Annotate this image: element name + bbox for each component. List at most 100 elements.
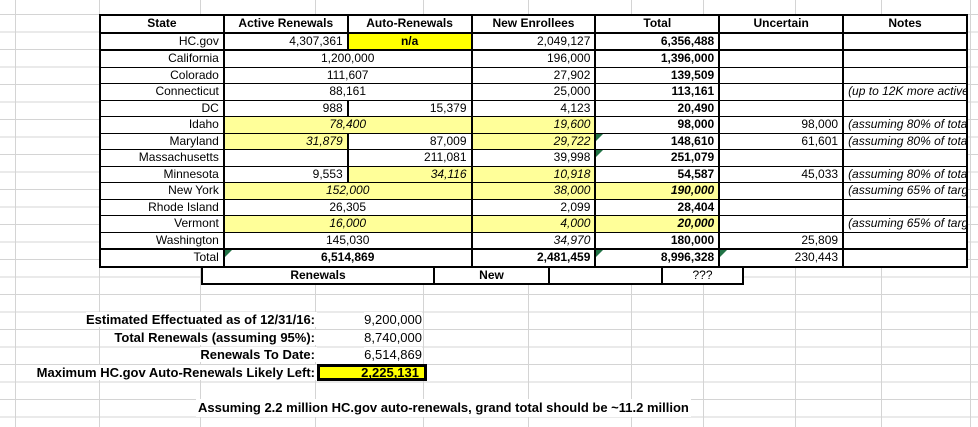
cell-notes[interactable]: (assuming 80% of total are renewals): [843, 133, 967, 150]
cell-new-enrollees[interactable]: 25,000: [472, 84, 596, 101]
cell-state[interactable]: Maryland: [100, 133, 224, 150]
cell-new-enrollees[interactable]: 196,000: [472, 50, 596, 67]
cell-active-renewals[interactable]: 988: [224, 100, 348, 117]
cell-new-enrollees[interactable]: 29,722: [472, 133, 596, 150]
cell-total[interactable]: 28,404: [595, 199, 719, 216]
cell-state[interactable]: Connecticut: [100, 84, 224, 101]
cell-new-enrollees[interactable]: 2,049,127: [472, 33, 596, 51]
summary-value[interactable]: 8,740,000: [317, 329, 427, 347]
cell-active-renewals[interactable]: [224, 150, 348, 167]
cell-notes[interactable]: [843, 67, 967, 84]
cell-notes[interactable]: (assuming 80% of total are renewals): [843, 117, 967, 134]
column-header-notes[interactable]: Notes: [843, 15, 967, 33]
cell-new-enrollees[interactable]: 19,600: [472, 117, 596, 134]
cell-new-enrollees[interactable]: 2,481,459: [472, 249, 596, 267]
footnote-cell[interactable]: Assuming 2.2 million HC.gov auto-renewal…: [196, 399, 691, 417]
cell-notes[interactable]: [843, 100, 967, 117]
cell-uncertain[interactable]: [719, 50, 843, 67]
cell-total[interactable]: 113,161: [595, 84, 719, 101]
cell-state[interactable]: Massachusetts: [100, 150, 224, 167]
cell-notes[interactable]: (up to 12K more active renewals to come): [843, 84, 967, 101]
cell-uncertain[interactable]: [719, 216, 843, 233]
cell-total[interactable]: 98,000: [595, 117, 719, 134]
cell-uncertain[interactable]: [719, 84, 843, 101]
cell-state[interactable]: Washington: [100, 232, 224, 249]
cell-state[interactable]: Total: [100, 249, 224, 267]
cell-total[interactable]: 148,610: [595, 133, 719, 150]
cell-auto-renewals[interactable]: 15,379: [348, 100, 472, 117]
cell-active-renewals[interactable]: 145,030: [224, 232, 472, 249]
cell-new-enrollees[interactable]: 4,000: [472, 216, 596, 233]
summary-value[interactable]: 9,200,000: [317, 311, 427, 329]
column-header-active-renewals[interactable]: Active Renewals: [224, 15, 348, 33]
cell-notes[interactable]: [843, 33, 967, 51]
cell-notes[interactable]: (assuming 80% of total are renewals): [843, 166, 967, 183]
cell-state[interactable]: Colorado: [100, 67, 224, 84]
cell-uncertain[interactable]: [719, 67, 843, 84]
cell-state[interactable]: Idaho: [100, 117, 224, 134]
cell-auto-renewals[interactable]: 34,116: [348, 166, 472, 183]
cell-state[interactable]: New York: [100, 183, 224, 200]
cell-active-renewals[interactable]: 1,200,000: [224, 50, 472, 67]
cell-new-enrollees[interactable]: 4,123: [472, 100, 596, 117]
cell-total[interactable]: 1,396,000: [595, 50, 719, 67]
cell-uncertain[interactable]: [719, 100, 843, 117]
cell-uncertain-unknown[interactable]: ???: [662, 267, 743, 285]
cell-active-renewals[interactable]: 31,879: [224, 133, 348, 150]
cell-uncertain[interactable]: 61,601: [719, 133, 843, 150]
cell-new-enrollees[interactable]: 39,998: [472, 150, 596, 167]
cell-notes[interactable]: (assuming 65% of target w/80% renewals): [843, 183, 967, 200]
cell-total[interactable]: 180,000: [595, 232, 719, 249]
cell-new-enrollees[interactable]: 27,902: [472, 67, 596, 84]
cell-uncertain[interactable]: 25,809: [719, 232, 843, 249]
column-header-auto-renewals[interactable]: Auto-Renewals: [348, 15, 472, 33]
cell-uncertain[interactable]: [719, 199, 843, 216]
cell-active-renewals[interactable]: 88,161: [224, 84, 472, 101]
cell-state[interactable]: Minnesota: [100, 166, 224, 183]
cell-new-enrollees[interactable]: 38,000: [472, 183, 596, 200]
cell-uncertain[interactable]: [719, 33, 843, 51]
cell-state[interactable]: HC.gov: [100, 33, 224, 51]
cell-notes[interactable]: [843, 199, 967, 216]
cell-total[interactable]: 54,587: [595, 166, 719, 183]
cell-notes[interactable]: [843, 50, 967, 67]
cell-notes[interactable]: [843, 150, 967, 167]
cell-uncertain[interactable]: [719, 183, 843, 200]
cell-total[interactable]: 20,000: [595, 216, 719, 233]
cell-state[interactable]: California: [100, 50, 224, 67]
cell-uncertain[interactable]: 45,033: [719, 166, 843, 183]
column-header-uncertain[interactable]: Uncertain: [719, 15, 843, 33]
cell-uncertain[interactable]: 98,000: [719, 117, 843, 134]
cell-auto-renewals[interactable]: n/a: [348, 33, 472, 51]
cell-notes[interactable]: [843, 232, 967, 249]
cell-active-renewals[interactable]: 26,305: [224, 199, 472, 216]
cell-auto-renewals[interactable]: 87,009: [348, 133, 472, 150]
cell-total[interactable]: 251,079: [595, 150, 719, 167]
cell-new-enrollees[interactable]: 2,099: [472, 199, 596, 216]
summary-value[interactable]: 6,514,869: [317, 346, 427, 364]
column-header-state[interactable]: State: [100, 15, 224, 33]
cell-uncertain[interactable]: [719, 150, 843, 167]
cell-uncertain[interactable]: 230,443: [719, 249, 843, 267]
summary-label[interactable]: Maximum HC.gov Auto-Renewals Likely Left…: [37, 365, 317, 380]
cell-auto-renewals[interactable]: 211,081: [348, 150, 472, 167]
cell-total[interactable]: 139,509: [595, 67, 719, 84]
cell-active-renewals[interactable]: 9,553: [224, 166, 348, 183]
cell-active-renewals[interactable]: 78,400: [224, 117, 472, 134]
cell-notes[interactable]: (assuming 65% of target w/80% renewals): [843, 216, 967, 233]
cell-total[interactable]: 6,356,488: [595, 33, 719, 51]
cell-total[interactable]: 20,490: [595, 100, 719, 117]
cell-total[interactable]: 190,000: [595, 183, 719, 200]
cell-state[interactable]: Vermont: [100, 216, 224, 233]
column-header-total[interactable]: Total: [595, 15, 719, 33]
cell-new-enrollees[interactable]: 10,918: [472, 166, 596, 183]
cell-state[interactable]: Rhode Island: [100, 199, 224, 216]
cell-notes[interactable]: [843, 249, 967, 267]
cell-renewals-label[interactable]: Renewals: [202, 267, 434, 285]
cell-total[interactable]: 8,996,328: [595, 249, 719, 267]
cell-active-renewals[interactable]: 4,307,361: [224, 33, 348, 51]
column-header-new-enrollees[interactable]: New Enrollees: [472, 15, 596, 33]
cell-new-enrollees[interactable]: 34,970: [472, 232, 596, 249]
summary-label[interactable]: Total Renewals (assuming 95%):: [114, 330, 317, 345]
cell-state[interactable]: DC: [100, 100, 224, 117]
